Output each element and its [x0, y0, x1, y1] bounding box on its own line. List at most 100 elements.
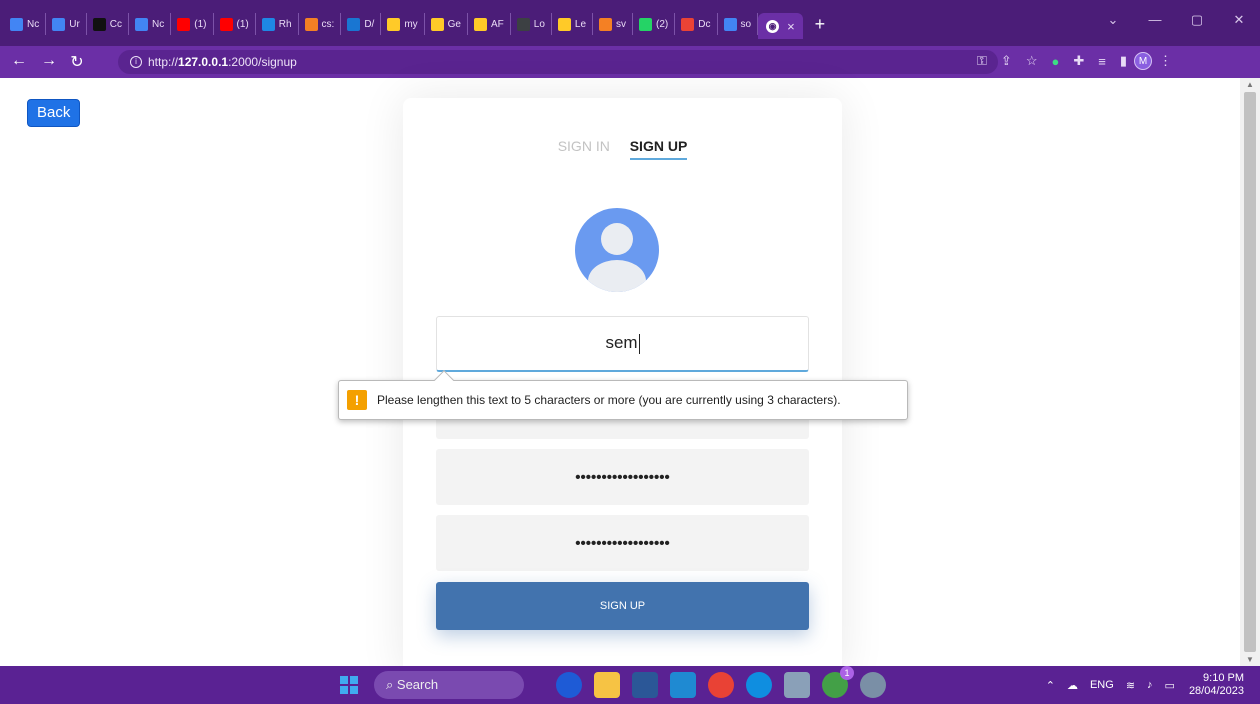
url-path: :2000/signup [228, 55, 297, 69]
active-browser-tab[interactable]: ◉ × [758, 13, 803, 39]
firebase-icon [430, 17, 444, 31]
share-icon[interactable]: ⇪ [1001, 53, 1012, 69]
chevron-up-icon[interactable]: ⌃ [1046, 679, 1055, 692]
browser-tab[interactable]: Ur [46, 13, 87, 35]
browser-tab-strip: Nc Ur Cc Nc (1) (1) Rh cs: D/my Ge AF Lo Le sv (2) Dc so… [0, 0, 1260, 46]
password-input[interactable]: •••••••••••••••••• [436, 449, 809, 505]
tab-signin[interactable]: SIGN IN [558, 138, 610, 158]
password-value: •••••••••••••••••• [575, 469, 670, 486]
clock[interactable]: 9:10 PM 28/04/2023 [1189, 672, 1244, 698]
browser-tab-label: sv [616, 18, 627, 30]
onedrive-icon[interactable]: ☁ [1067, 679, 1078, 692]
browser-tab[interactable]: Nc [4, 13, 47, 35]
edge-icon[interactable] [746, 672, 772, 698]
browser-tab[interactable]: Ge [425, 13, 468, 35]
tab-signup[interactable]: SIGN UP [629, 138, 688, 160]
browser-tab[interactable]: cs: [299, 13, 342, 35]
browser-tab[interactable]: D/ [341, 13, 382, 35]
validation-message: Please lengthen this text to 5 character… [377, 393, 841, 407]
side-panel-icon[interactable]: ▮ [1120, 53, 1127, 69]
confirm-password-input[interactable]: •••••••••••••••••• [436, 515, 809, 571]
bookmark-star-icon[interactable]: ☆ [1026, 53, 1038, 69]
site-info-icon[interactable]: i [130, 56, 142, 68]
username-input[interactable]: sem [436, 316, 809, 372]
settings-gear-icon[interactable] [860, 672, 886, 698]
tab-close-icon[interactable]: × [787, 19, 795, 34]
notification-badge: 1 [840, 666, 854, 680]
address-bar[interactable]: i http://127.0.0.1:2000/signup [118, 50, 998, 74]
back-button[interactable]: Back [27, 99, 81, 127]
browser-tab-label: Nc [27, 18, 40, 30]
minimize-button[interactable]: — [1134, 12, 1176, 28]
password-key-icon[interactable]: ⚿ [977, 53, 987, 69]
new-tab-button[interactable]: + [815, 14, 826, 35]
file-explorer-icon[interactable] [594, 672, 620, 698]
url-host: 127.0.0.1 [178, 55, 229, 69]
browser-tab[interactable]: so [718, 13, 759, 35]
vscode-icon[interactable] [670, 672, 696, 698]
bing-icon[interactable] [556, 672, 582, 698]
page-scrollbar[interactable]: ▲ ▼ [1240, 78, 1260, 666]
text-caret [638, 333, 640, 354]
browser-toolbar: ← → ↻ i http://127.0.0.1:2000/signup ⚿ ⇪… [0, 46, 1260, 78]
stackoverflow-icon [599, 17, 613, 31]
browser-tab[interactable]: Rh [256, 13, 299, 35]
tab-search-icon[interactable]: ⌄ [1092, 12, 1134, 28]
browser-tab-label: Cc [109, 18, 123, 30]
windows-start-icon[interactable] [340, 676, 358, 694]
browser-tab[interactable]: my [381, 13, 425, 35]
browser-tab-label: Ge [447, 18, 461, 30]
language-indicator[interactable]: ENG [1090, 679, 1114, 691]
scrollbar-thumb[interactable] [1244, 92, 1256, 652]
volume-icon[interactable]: ♪ [1147, 679, 1153, 691]
firebase-icon [557, 17, 571, 31]
app-icon[interactable] [784, 672, 810, 698]
browser-tab[interactable]: (1) [171, 13, 214, 35]
browser-tab-label: (1) [194, 18, 207, 30]
username-value: sem [605, 333, 638, 352]
browser-tab-label: Lo [533, 18, 545, 30]
scroll-up-icon[interactable]: ▲ [1246, 80, 1254, 89]
taskbar-search[interactable]: ⌕ Search [374, 671, 524, 699]
browser-tab[interactable]: Le [552, 13, 594, 35]
s-icon [347, 17, 361, 31]
forward-arrow-icon[interactable]: → [38, 52, 60, 70]
browser-tab[interactable]: sv [593, 13, 634, 35]
browser-tab[interactable]: Dc [675, 13, 718, 35]
auth-switch: SIGN IN SIGN UP [403, 138, 842, 160]
profile-avatar[interactable]: M [1133, 52, 1152, 70]
whatsapp-icon [639, 17, 653, 31]
browser-tab-label: (2) [656, 18, 669, 30]
youtube-icon [177, 17, 191, 31]
reading-list-icon[interactable]: ≡ [1098, 54, 1106, 69]
clock-time: 9:10 PM [1203, 672, 1244, 684]
browser-tab[interactable]: Cc [87, 13, 130, 35]
signup-submit-button[interactable]: SIGN UP [436, 582, 809, 630]
extensions-icon[interactable]: ✚ [1073, 53, 1084, 69]
reload-icon[interactable]: ↻ [66, 52, 88, 72]
back-arrow-icon[interactable]: ← [8, 52, 30, 70]
browser-tab[interactable]: Lo [511, 13, 552, 35]
scroll-down-icon[interactable]: ▼ [1246, 655, 1254, 664]
window-controls: ⌄ — ▢ ✕ [1092, 12, 1260, 28]
browser-tab[interactable]: (1) [214, 13, 256, 35]
browser-tab[interactable]: Nc [129, 13, 172, 35]
browser-tab[interactable]: AF [468, 13, 511, 35]
browser-tab-label: Dc [698, 18, 711, 30]
browser-tab[interactable]: (2) [633, 13, 676, 35]
maximize-button[interactable]: ▢ [1176, 12, 1218, 28]
chrome-icon[interactable] [708, 672, 734, 698]
browser-tab-label: Nc [152, 18, 165, 30]
validation-tooltip: ! Please lengthen this text to 5 charact… [338, 370, 908, 420]
word-icon[interactable] [632, 672, 658, 698]
close-window-button[interactable]: ✕ [1218, 12, 1260, 28]
xbox-icon[interactable]: 1 [822, 666, 854, 698]
browser-tab-label: D/ [364, 18, 375, 30]
grammarly-icon[interactable]: ● [1051, 54, 1059, 69]
battery-icon[interactable]: ▭ [1165, 679, 1175, 692]
browser-tab-label: cs: [321, 18, 335, 30]
menu-kebab-icon[interactable]: ⋮ [1159, 53, 1172, 69]
toolbar-actions: ⚿ ⇪ ☆ ● ✚ ≡ ▮ M ⋮ [970, 52, 1179, 70]
tab-list: Nc Ur Cc Nc (1) (1) Rh cs: D/my Ge AF Lo Le sv (2) Dc so… [4, 12, 826, 39]
wifi-icon[interactable]: ≋ [1126, 679, 1135, 692]
